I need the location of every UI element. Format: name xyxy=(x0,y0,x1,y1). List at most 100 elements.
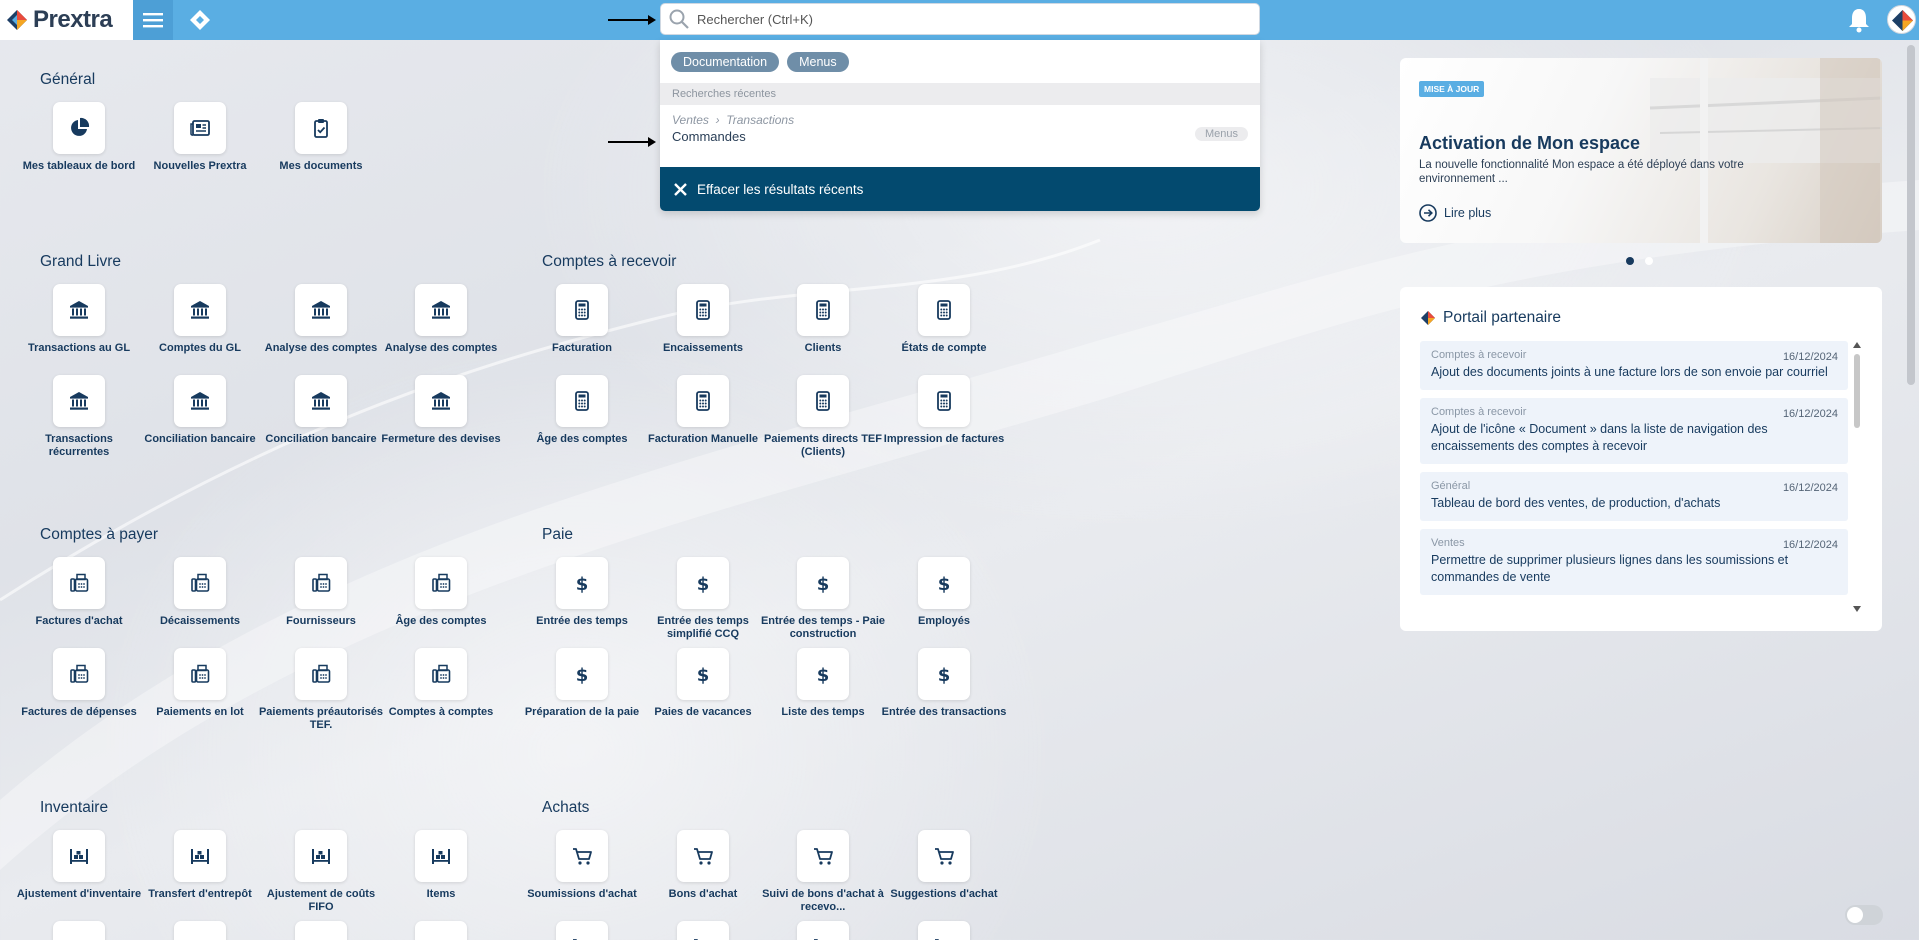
shortcut-tile[interactable]: Facturation Manuelle xyxy=(640,375,766,446)
svg-text:$: $ xyxy=(576,665,589,685)
shortcut-label: Factures d'achat xyxy=(35,615,123,627)
shortcut-tile[interactable]: Suggestions d'achat xyxy=(881,830,1007,901)
shortcut-tile[interactable]: Transactions récurrentes xyxy=(16,375,142,459)
shortcut-tile[interactable]: $ Employés xyxy=(881,557,1007,628)
clear-recent-button[interactable]: Effacer les résultats récents xyxy=(660,167,1260,211)
shortcut-tile[interactable] xyxy=(258,921,384,940)
shortcut-tile[interactable]: Comptes à comptes xyxy=(378,648,504,719)
logo[interactable]: Prextra xyxy=(0,0,133,40)
shortcut-label: Factures de dépenses xyxy=(21,706,137,718)
shortcut-tile[interactable]: Suivi de bons d'achat à recevo... xyxy=(760,830,886,914)
shortcut-tile[interactable]: Âge des comptes xyxy=(378,557,504,628)
search-box[interactable] xyxy=(660,3,1260,35)
shortcut-tile[interactable]: Impression de factures xyxy=(881,375,1007,446)
scroll-thumb[interactable] xyxy=(1854,354,1860,428)
shortcut-label: Âge des comptes xyxy=(536,433,628,445)
shortcut-label: Comptes du GL xyxy=(159,342,241,354)
carousel-dot[interactable] xyxy=(1626,257,1634,265)
shortcut-tile[interactable]: $ Entrée des temps - Paie construction xyxy=(760,557,886,641)
news-carousel[interactable]: MISE À JOUR Activation de Mon espace La … xyxy=(1400,58,1882,243)
chip-documentation[interactable]: Documentation xyxy=(671,51,780,72)
shortcut-tile[interactable] xyxy=(16,921,142,940)
home-button[interactable] xyxy=(180,0,220,40)
shortcut-tile[interactable]: $ Préparation de la paie xyxy=(519,648,645,719)
bell-icon[interactable] xyxy=(1846,7,1872,33)
shortcut-tile[interactable]: $ Entrée des temps xyxy=(519,557,645,628)
cart-icon xyxy=(556,921,608,940)
shortcut-tile[interactable]: Conciliation bancaire xyxy=(258,375,384,446)
portal-scrollbar[interactable] xyxy=(1852,342,1862,612)
shortcut-tile[interactable]: Transactions au GL xyxy=(16,284,142,355)
read-more-link[interactable]: Lire plus xyxy=(1419,204,1491,222)
svg-text:$: $ xyxy=(697,574,710,594)
cart-icon xyxy=(797,921,849,940)
avatar[interactable] xyxy=(1887,5,1916,34)
shortcut-tile[interactable]: Paiements préautorisés TEF. xyxy=(258,648,384,732)
news-item-category: Général xyxy=(1431,480,1471,492)
carousel-dot[interactable] xyxy=(1645,257,1653,265)
hamburger-icon xyxy=(143,13,163,28)
scroll-up-icon[interactable] xyxy=(1853,342,1861,348)
shortcut-tile[interactable]: Paiements en lot xyxy=(137,648,263,719)
shortcut-tile[interactable]: Bons d'achat xyxy=(640,830,766,901)
shortcut-label: Entrée des transactions xyxy=(881,706,1007,718)
cart-icon xyxy=(918,830,970,882)
shortcut-tile[interactable]: Analyse des comptes xyxy=(258,284,384,355)
shortcut-label: Ajustement de coûts FIFO xyxy=(266,888,376,913)
scroll-down-icon[interactable] xyxy=(1853,606,1861,612)
shortcut-tile[interactable]: Nouvelles Prextra xyxy=(137,102,263,173)
shortcut-tile[interactable] xyxy=(640,921,766,940)
shortcut-tile[interactable]: Fermeture des devises xyxy=(378,375,504,446)
recent-search-item[interactable]: Ventes › Transactions Commandes Menus xyxy=(660,105,1260,145)
shortcut-tile[interactable]: $ Entrée des transactions xyxy=(881,648,1007,719)
shortcut-tile[interactable]: Clients xyxy=(760,284,886,355)
theme-toggle[interactable] xyxy=(1845,905,1883,925)
shortcut-tile[interactable]: Mes documents xyxy=(258,102,384,173)
shortcut-tile[interactable]: Âge des comptes xyxy=(519,375,645,446)
shortcut-tile[interactable]: Transfert d'entrepôt xyxy=(137,830,263,901)
shortcut-tile[interactable]: Paiements directs TEF (Clients) xyxy=(760,375,886,459)
news-item-text: Ajout de l'icône « Document » dans la li… xyxy=(1431,422,1768,453)
shortcut-tile[interactable]: Factures d'achat xyxy=(16,557,142,628)
shortcut-tile[interactable]: Fournisseurs xyxy=(258,557,384,628)
portal-news-item[interactable]: Comptes à recevoir 16/12/2024 Ajout de l… xyxy=(1420,398,1848,464)
menu-toggle-button[interactable] xyxy=(133,0,173,40)
shortcut-tile[interactable] xyxy=(378,921,504,940)
shortcut-tile[interactable]: Décaissements xyxy=(137,557,263,628)
shortcut-tile[interactable] xyxy=(881,921,1007,940)
shortcut-tile[interactable]: Analyse des comptes xyxy=(378,284,504,355)
page-scrollbar[interactable] xyxy=(1907,45,1915,385)
shortcut-tile[interactable]: Facturation xyxy=(519,284,645,355)
search-input[interactable] xyxy=(697,11,1237,27)
shortcut-tile[interactable] xyxy=(137,921,263,940)
portal-news-item[interactable]: Comptes à recevoir 16/12/2024 Ajout des … xyxy=(1420,341,1848,390)
shortcut-tile[interactable] xyxy=(519,921,645,940)
shortcut-tile[interactable] xyxy=(760,921,886,940)
warehouse-icon xyxy=(174,830,226,882)
shortcut-label: Mes documents xyxy=(279,160,363,172)
portal-news-item[interactable]: Général 16/12/2024 Tableau de bord des v… xyxy=(1420,472,1848,521)
shortcut-tile[interactable]: Mes tableaux de bord xyxy=(16,102,142,173)
portal-news-item[interactable]: Ventes 16/12/2024 Permettre de supprimer… xyxy=(1420,529,1848,595)
shortcut-tile[interactable]: Encaissements xyxy=(640,284,766,355)
news-item-date: 16/12/2024 xyxy=(1782,482,1838,494)
recent-search-breadcrumb: Ventes › Transactions xyxy=(672,113,1248,127)
chevron-right-icon: › xyxy=(712,113,723,127)
shortcut-tile[interactable]: Soumissions d'achat xyxy=(519,830,645,901)
search-filter-chips: Documentation Menus xyxy=(660,40,1260,83)
shortcut-tile[interactable]: $ Liste des temps xyxy=(760,648,886,719)
shortcut-tile[interactable]: Ajustement d'inventaire xyxy=(16,830,142,901)
fax-icon xyxy=(53,648,105,700)
shortcut-tile[interactable]: Items xyxy=(378,830,504,901)
shortcut-tile[interactable]: Ajustement de coûts FIFO xyxy=(258,830,384,914)
shortcut-tile[interactable]: Comptes du GL xyxy=(137,284,263,355)
chip-menus[interactable]: Menus xyxy=(787,51,849,72)
shortcut-tile[interactable]: États de compte xyxy=(881,284,1007,355)
calculator-icon xyxy=(556,284,608,336)
shortcut-tile[interactable]: Factures de dépenses xyxy=(16,648,142,719)
calculator-icon xyxy=(556,375,608,427)
logo-text: Prextra xyxy=(33,6,113,33)
shortcut-tile[interactable]: $ Paies de vacances xyxy=(640,648,766,719)
shortcut-tile[interactable]: $ Entrée des temps simplifié CCQ xyxy=(640,557,766,641)
shortcut-tile[interactable]: Conciliation bancaire xyxy=(137,375,263,446)
